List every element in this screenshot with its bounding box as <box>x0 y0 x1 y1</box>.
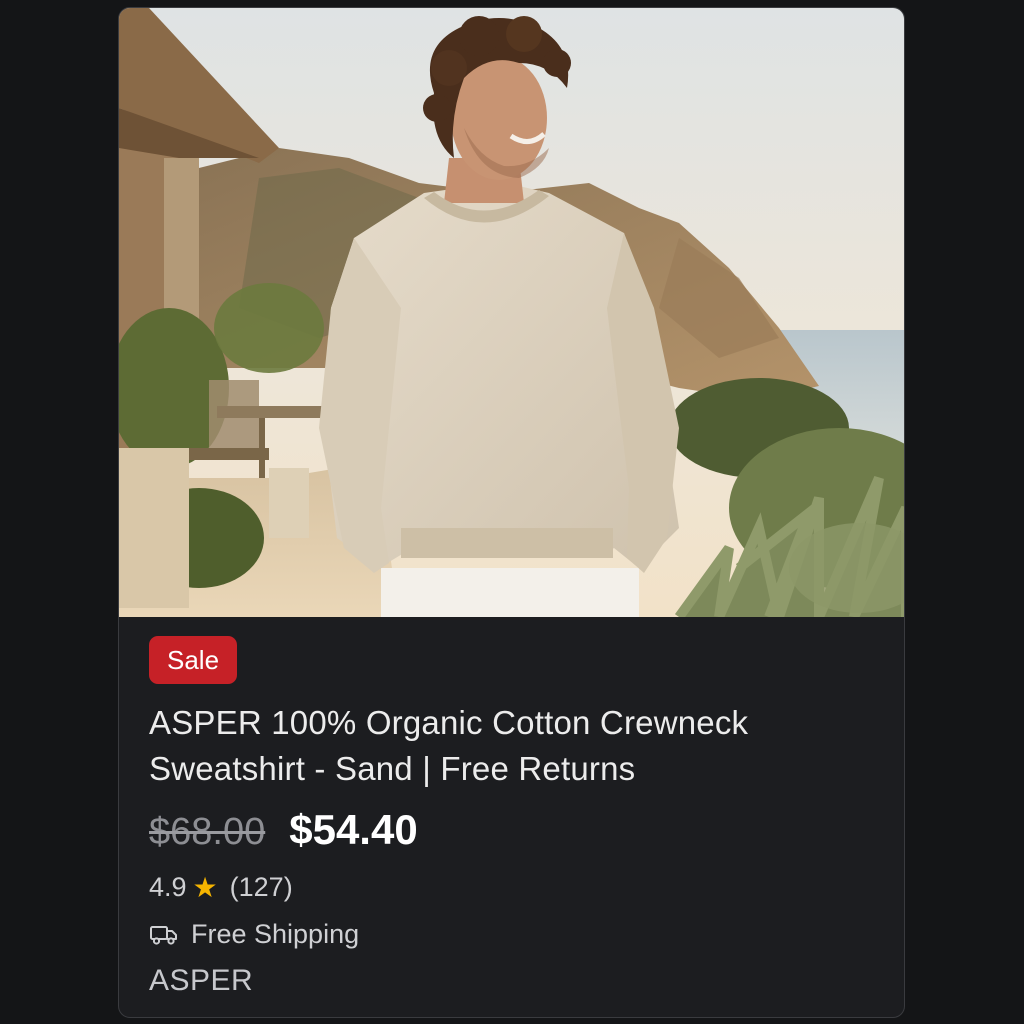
shipping-row: Free Shipping <box>149 919 874 950</box>
product-image[interactable] <box>119 8 904 617</box>
original-price: $68.00 <box>149 811 266 853</box>
product-info: Sale ASPER 100% Organic Cotton Crewneck … <box>149 636 874 998</box>
product-title-line-2[interactable]: Sweatshirt - Sand | Free Returns <box>149 746 874 792</box>
price-row: $68.00 $54.40 <box>149 806 874 854</box>
product-title-line-1[interactable]: ASPER 100% Organic Cotton Crewneck <box>149 700 874 746</box>
star-icon: ★ <box>192 871 218 903</box>
sale-badge: Sale <box>149 636 238 684</box>
rating-value: 4.9 <box>149 872 187 902</box>
sale-price: $54.40 <box>289 806 418 853</box>
product-title[interactable]: ASPER 100% Organic Cotton Crewneck Sweat… <box>149 700 874 792</box>
shipping-label: Free Shipping <box>191 919 360 949</box>
product-card[interactable]: Sale ASPER 100% Organic Cotton Crewneck … <box>118 7 905 1018</box>
brand-name[interactable]: ASPER <box>149 964 874 998</box>
rating-row[interactable]: 4.9 ★ (127) <box>149 872 874 903</box>
truck-icon <box>149 923 179 947</box>
review-count[interactable]: (127) <box>230 872 293 903</box>
